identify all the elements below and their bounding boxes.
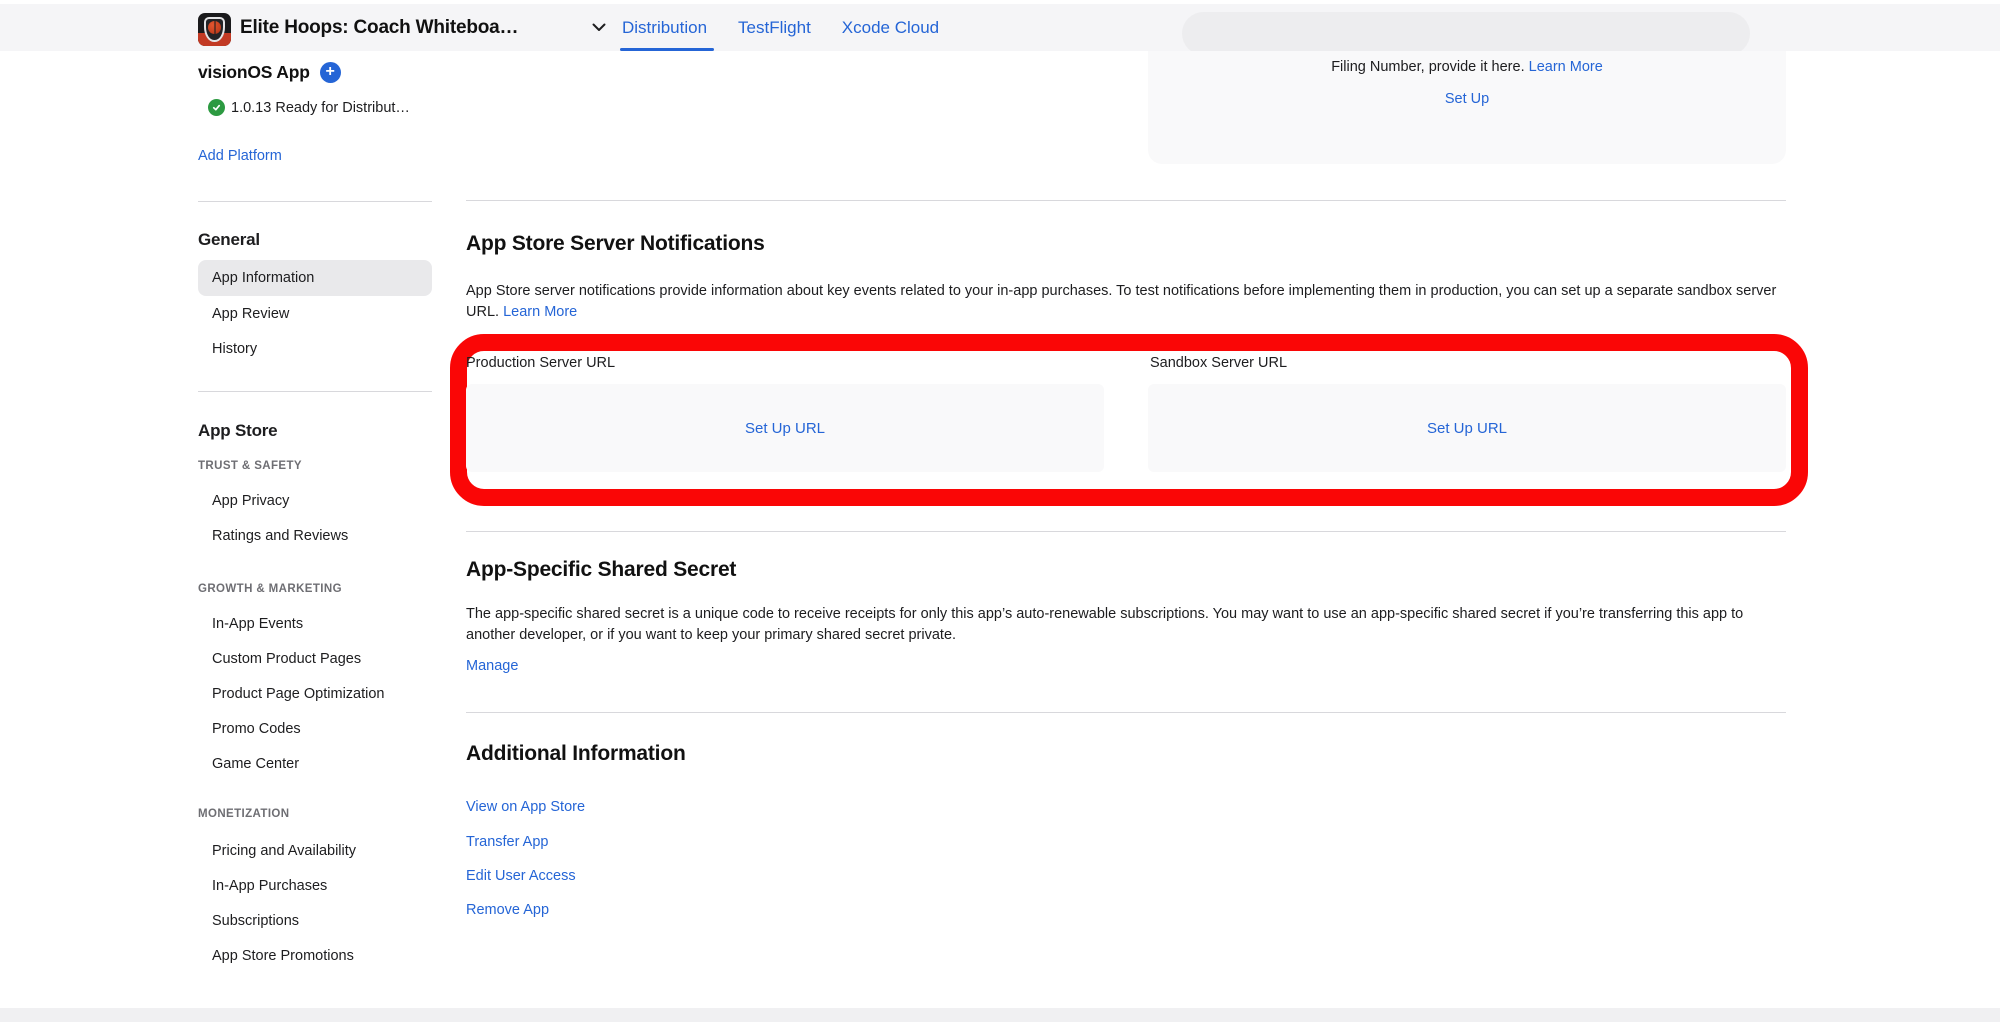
tab-distribution[interactable]: Distribution [622,18,707,38]
add-version-plus-icon[interactable]: + [320,62,341,83]
notice-card: Filing Number, provide it here. Learn Mo… [1148,51,1786,164]
sidebar-item-promo-codes[interactable]: Promo Codes [198,714,432,744]
view-on-app-store-link[interactable]: View on App Store [466,799,585,815]
sidebar-item-app-store-promotions[interactable]: App Store Promotions [198,941,432,971]
shared-secret-description: The app-specific shared secret is a uniq… [466,604,1796,646]
bottom-bar [0,1008,2000,1022]
sandbox-set-up-url-link[interactable]: Set Up URL [1427,420,1507,437]
notice-text-body: Filing Number, provide it here. [1331,59,1524,75]
sidebar-heading-trust-safety: TRUST & SAFETY [198,460,302,472]
transfer-app-row: Transfer App [466,832,548,852]
sidebar-item-in-app-purchases[interactable]: In-App Purchases [198,871,432,901]
sidebar-divider [198,201,432,202]
sidebar-item-history[interactable]: History [198,334,432,364]
manage-link[interactable]: Manage [466,658,518,674]
sidebar-item-custom-product-pages[interactable]: Custom Product Pages [198,644,432,674]
checkmark-icon [208,99,225,116]
tab-xcode-cloud[interactable]: Xcode Cloud [842,18,939,38]
main-nav-tabs: Distribution TestFlight Xcode Cloud [622,4,939,51]
tab-testflight[interactable]: TestFlight [738,18,811,38]
server-notifications-description: App Store server notifications provide i… [466,281,1796,323]
sidebar-heading-growth-marketing: GROWTH & MARKETING [198,583,342,595]
header-ghost-shape [1182,12,1750,55]
production-set-up-url-link[interactable]: Set Up URL [745,420,825,437]
add-platform-link[interactable]: Add Platform [198,148,282,164]
version-status-label: 1.0.13 Ready for Distribut… [231,100,410,116]
app-icon [198,13,231,46]
sidebar-item-app-review[interactable]: App Review [198,299,432,329]
sidebar-item-subscriptions[interactable]: Subscriptions [198,906,432,936]
sidebar-heading-app-store: App Store [198,421,277,441]
section-divider [466,712,1786,713]
view-on-app-store-row: View on App Store [466,797,585,817]
manage-link-row: Manage [466,656,518,676]
sandbox-server-url-label: Sandbox Server URL [1150,355,1287,371]
sidebar-item-game-center[interactable]: Game Center [198,749,432,779]
sidebar-item-app-information[interactable]: App Information [198,260,432,296]
sidebar-item-ratings-and-reviews[interactable]: Ratings and Reviews [198,521,432,551]
server-notifications-title: App Store Server Notifications [466,232,765,256]
section-divider [466,200,1786,201]
server-notifications-description-text: App Store server notifications provide i… [466,283,1776,320]
app-title[interactable]: Elite Hoops: Coach Whiteboa… [240,4,518,51]
notice-learn-more-link[interactable]: Learn More [1529,59,1603,75]
sidebar-divider [198,391,432,392]
production-server-url-label: Production Server URL [466,355,615,371]
top-header-bar: Elite Hoops: Coach Whiteboa… Distributio… [0,4,2000,51]
server-notifications-learn-more-link[interactable]: Learn More [503,304,577,320]
sidebar-item-pricing-and-availability[interactable]: Pricing and Availability [198,836,432,866]
version-status-row[interactable]: 1.0.13 Ready for Distribut… [208,99,410,116]
sandbox-server-url-box: Set Up URL [1148,384,1786,472]
section-divider [466,531,1786,532]
sidebar-heading-monetization: MONETIZATION [198,808,289,820]
shared-secret-title: App-Specific Shared Secret [466,558,736,582]
sidebar-item-app-privacy[interactable]: App Privacy [198,486,432,516]
transfer-app-link[interactable]: Transfer App [466,834,548,850]
production-server-url-box: Set Up URL [466,384,1104,472]
platform-name: visionOS App [198,62,310,83]
edit-user-access-link[interactable]: Edit User Access [466,868,576,884]
edit-user-access-row: Edit User Access [466,866,576,886]
sidebar-heading-general: General [198,230,260,250]
sidebar-item-in-app-events[interactable]: In-App Events [198,609,432,639]
notice-set-up-link[interactable]: Set Up [1445,91,1489,107]
remove-app-row: Remove App [466,900,549,920]
additional-info-title: Additional Information [466,742,686,766]
sidebar-item-product-page-optimization[interactable]: Product Page Optimization [198,679,432,709]
app-store-connect-page: Elite Hoops: Coach Whiteboa… Distributio… [0,0,2000,1022]
active-tab-underline [620,48,714,51]
remove-app-link[interactable]: Remove App [466,902,549,918]
basketball-icon [208,21,221,34]
chevron-down-icon[interactable] [592,23,606,32]
notice-text: Filing Number, provide it here. Learn Mo… [1148,59,1786,75]
